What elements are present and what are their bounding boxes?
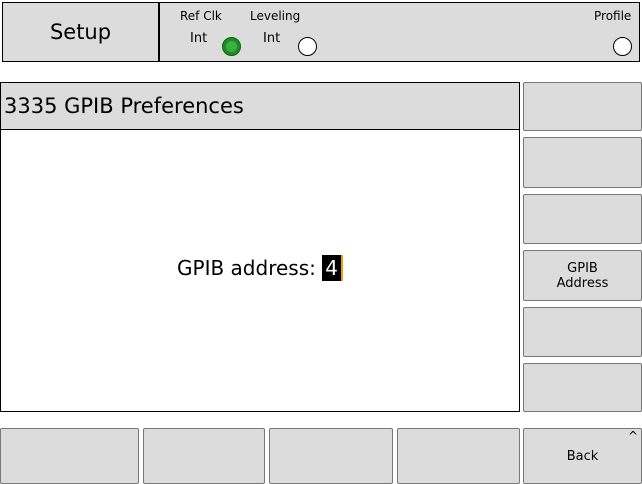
ref-clk-label: Ref Clk bbox=[180, 9, 222, 23]
softkey-bottom-3[interactable] bbox=[269, 428, 393, 484]
leveling-label: Leveling bbox=[250, 9, 301, 23]
gpib-address-softkey-label: GPIB Address bbox=[556, 260, 609, 291]
leveling-value: Int bbox=[263, 31, 281, 46]
softkey-right-6[interactable] bbox=[523, 363, 642, 412]
gpib-address-row: GPIB address: 4 bbox=[1, 253, 519, 283]
ref-clk-value: Int bbox=[190, 31, 208, 46]
softkey-bottom-1[interactable] bbox=[0, 428, 139, 484]
status-bar: Setup Ref Clk Int Leveling Int Profile bbox=[0, 0, 642, 66]
softkey-bottom-4[interactable] bbox=[397, 428, 520, 484]
softkey-right-2[interactable] bbox=[523, 137, 642, 188]
leveling-indicator-icon bbox=[298, 37, 317, 56]
softkey-right-3[interactable] bbox=[523, 194, 642, 244]
ref-clk-indicator-icon bbox=[222, 37, 241, 56]
softkey-bottom-2[interactable] bbox=[143, 428, 265, 484]
back-button-label: Back bbox=[566, 448, 599, 464]
main-panel: 3335 GPIB Preferences GPIB address: 4 bbox=[0, 82, 520, 412]
profile-indicator-icon bbox=[613, 37, 632, 56]
back-button[interactable]: Back ^ bbox=[523, 428, 642, 484]
profile-label: Profile bbox=[594, 9, 632, 23]
softkey-right-5[interactable] bbox=[523, 307, 642, 357]
panel-title: 3335 GPIB Preferences bbox=[1, 83, 519, 130]
mode-label: Setup bbox=[2, 2, 159, 62]
status-indicators: Ref Clk Int Leveling Int Profile bbox=[159, 2, 640, 62]
caret-up-icon: ^ bbox=[627, 429, 638, 443]
softkey-right-1[interactable] bbox=[523, 82, 642, 131]
gpib-address-softkey[interactable]: GPIB Address bbox=[523, 250, 642, 301]
gpib-address-input[interactable]: 4 bbox=[322, 255, 343, 281]
gpib-address-label: GPIB address: bbox=[177, 256, 316, 280]
